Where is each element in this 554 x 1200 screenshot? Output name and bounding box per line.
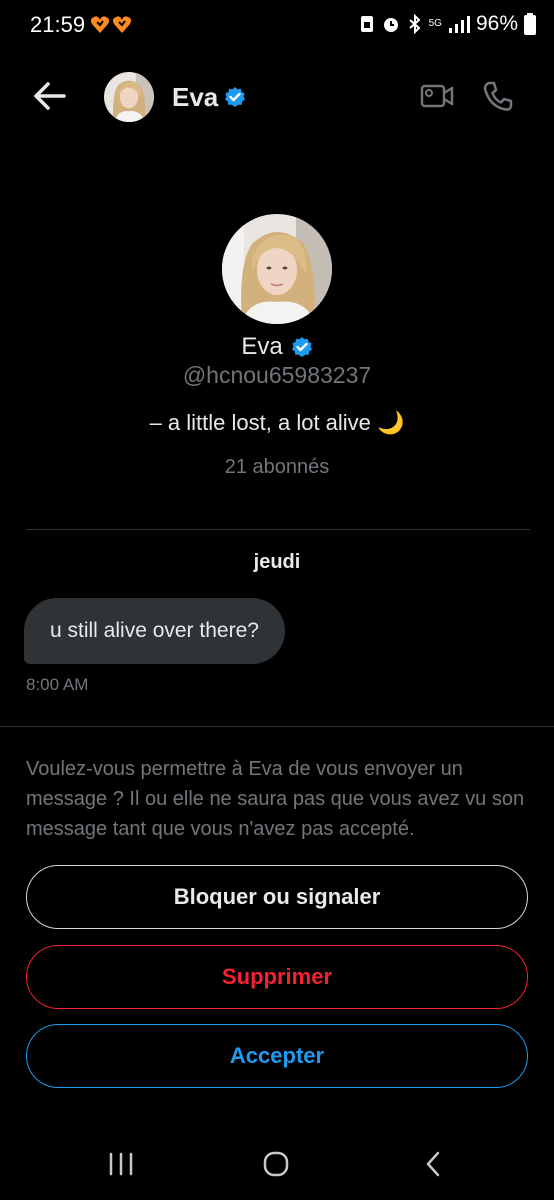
- alarm-icon: [383, 18, 398, 32]
- day-label: jeudi: [253, 551, 301, 573]
- divider: [0, 726, 554, 727]
- sim-icon: [360, 16, 373, 32]
- avatar-photo: [222, 214, 332, 324]
- avatar-photo: [104, 72, 154, 122]
- delete-button[interactable]: Supprimer: [26, 945, 528, 1009]
- profile-followers[interactable]: 21 abonnés: [0, 456, 554, 479]
- verified-badge-icon: [224, 86, 246, 113]
- back-button[interactable]: [32, 80, 68, 112]
- nav-back-button[interactable]: [424, 1150, 442, 1183]
- message-request-text: Voulez-vous permettre à Eva de vous envo…: [26, 758, 525, 840]
- status-right: 5G 96%: [359, 12, 536, 36]
- profile-name: Eva: [241, 333, 283, 360]
- message-time: 8:00 AM: [26, 675, 89, 694]
- accept-button[interactable]: Accepter: [26, 1024, 528, 1088]
- network-type: 5G: [428, 18, 442, 29]
- video-call-button[interactable]: [420, 82, 454, 115]
- nav-back-icon: [426, 1151, 440, 1177]
- header-name[interactable]: Eva: [172, 82, 218, 113]
- profile-bio: – a little lost, a lot alive 🌙: [149, 410, 405, 435]
- heart-icon: [90, 16, 132, 33]
- video-camera-icon: [420, 84, 454, 108]
- recent-apps-icon: [109, 1152, 133, 1176]
- header-avatar[interactable]: [104, 72, 154, 122]
- profile-handle: @hcnou65983237: [182, 362, 372, 388]
- bluetooth-icon: [408, 14, 421, 34]
- divider: [26, 529, 530, 530]
- message-bubble[interactable]: u still alive over there?: [24, 598, 285, 664]
- profile-name-row: Eva: [0, 333, 554, 361]
- battery-level: 96%: [475, 12, 518, 35]
- phone-icon: [483, 81, 513, 111]
- arrow-left-icon: [34, 82, 66, 110]
- home-icon: [263, 1151, 289, 1177]
- status-time: 21:59: [30, 12, 86, 37]
- block-or-report-button[interactable]: Bloquer ou signaler: [26, 865, 528, 929]
- home-button[interactable]: [262, 1150, 290, 1183]
- recent-apps-button[interactable]: [108, 1152, 136, 1181]
- battery-icon: [524, 13, 536, 35]
- voice-call-button[interactable]: [482, 80, 514, 117]
- profile-avatar[interactable]: [222, 214, 332, 324]
- signal-icon: [448, 16, 470, 33]
- heart-notification-icons: [90, 14, 134, 41]
- verified-badge-icon: [291, 337, 312, 357]
